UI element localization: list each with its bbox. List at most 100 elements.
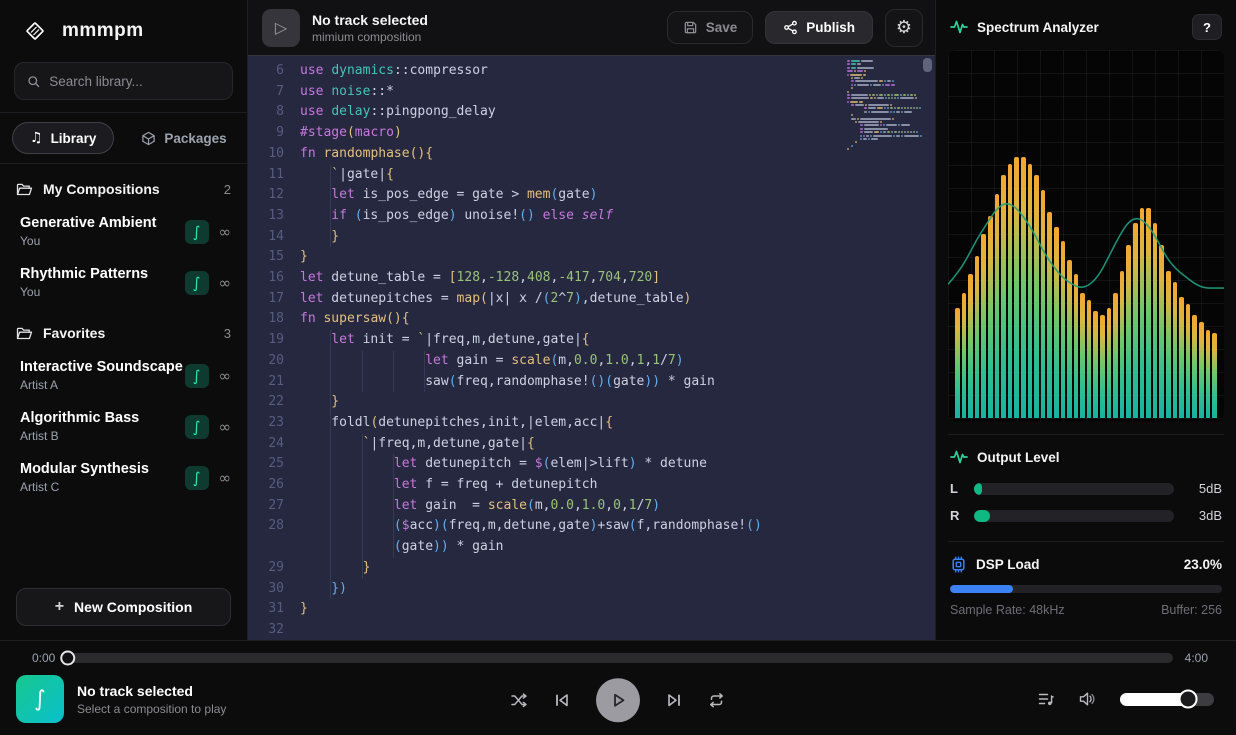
list-item[interactable]: Generative AmbientYou∫∞ <box>0 206 247 257</box>
indent-guide <box>330 454 331 475</box>
previous-icon <box>554 692 570 708</box>
line-number: 24 <box>248 434 300 455</box>
share-icon <box>783 20 798 35</box>
line-number: 21 <box>248 372 300 393</box>
tab-packages[interactable]: Packages <box>124 124 243 153</box>
level-row-left: L 5dB <box>948 475 1224 502</box>
indent-guide <box>393 516 394 537</box>
level-value-right: 3dB <box>1186 508 1222 523</box>
help-button[interactable]: ? <box>1192 14 1222 40</box>
list-item[interactable]: Rhythmic PatternsYou∫∞ <box>0 257 247 308</box>
publish-button[interactable]: Publish <box>765 11 873 44</box>
search-box[interactable] <box>14 62 233 100</box>
line-number: 29 <box>248 558 300 579</box>
mimium-badge-icon: ∫ <box>185 364 209 388</box>
indent-guide <box>330 413 331 434</box>
code-line: 11`|gate|{ <box>248 165 935 186</box>
line-number: 23 <box>248 413 300 434</box>
list-item[interactable]: Interactive SoundscapeArtist A∫∞ <box>0 350 247 401</box>
indent-guide <box>362 475 363 496</box>
level-fill-left <box>974 483 982 495</box>
line-number: 6 <box>248 61 300 82</box>
play-icon <box>609 691 627 709</box>
line-number: 30 <box>248 579 300 600</box>
line-number: 17 <box>248 289 300 310</box>
repeat-button[interactable] <box>708 692 725 708</box>
now-playing-subtitle: Select a composition to play <box>77 702 226 716</box>
now-playing-title: No track selected <box>77 683 226 699</box>
scrollbar-thumb[interactable] <box>923 58 932 72</box>
folder-icon <box>16 326 33 341</box>
line-number: 14 <box>248 227 300 248</box>
indent-guide <box>330 227 331 248</box>
top-bar: ▷ No track selected mimium composition S… <box>248 0 935 56</box>
new-composition-button[interactable]: + New Composition <box>16 588 231 626</box>
tab-library[interactable]: ♫ Library <box>12 122 114 154</box>
indent-guide <box>330 206 331 227</box>
line-number: 20 <box>248 351 300 372</box>
volume-button[interactable] <box>1079 691 1096 707</box>
indent-guide <box>330 496 331 517</box>
line-number <box>248 537 300 558</box>
seek-bar[interactable] <box>67 653 1172 663</box>
indent-guide <box>330 558 331 579</box>
indent-guide <box>330 516 331 537</box>
section-title: Favorites <box>43 325 214 341</box>
list-item[interactable]: Algorithmic BassArtist B∫∞ <box>0 401 247 452</box>
now-playing-meta: No track selected Select a composition t… <box>77 683 226 716</box>
editor-minimap[interactable] <box>847 60 915 155</box>
cpu-icon <box>950 556 967 573</box>
search-icon <box>27 74 40 89</box>
plus-icon: + <box>55 598 64 616</box>
save-label: Save <box>706 20 738 35</box>
queue-button[interactable] <box>1038 691 1055 707</box>
line-number: 13 <box>248 206 300 227</box>
previous-button[interactable] <box>554 692 570 708</box>
code-line: 13if (is_pos_edge) unoise!() else self <box>248 206 935 227</box>
editor-scrollbar[interactable] <box>923 58 932 638</box>
right-panel: Spectrum Analyzer ? Output Level L 5dB R… <box>935 0 1236 640</box>
code-editor[interactable]: 6use dynamics::compressor7use noise::*8u… <box>248 56 935 640</box>
search-input[interactable] <box>49 74 220 89</box>
mimium-badge-icon: ∫ <box>185 415 209 439</box>
indent-guide <box>330 185 331 206</box>
code-line: 24`|freq,m,detune,gate|{ <box>248 434 935 455</box>
indent-guide <box>393 475 394 496</box>
composition-title: Rhythmic Patterns <box>20 266 185 282</box>
player-bar: 0:00 4:00 ∫ No track selected Select a c… <box>0 640 1236 735</box>
next-button[interactable] <box>666 692 682 708</box>
code-line: 28($acc)(freq,m,detune,gate)+saw(f,rando… <box>248 516 935 537</box>
topbar-play-button[interactable]: ▷ <box>262 9 300 47</box>
channel-right-label: R <box>950 508 962 523</box>
volume-slider[interactable] <box>1120 693 1214 706</box>
indent-guide <box>330 330 331 351</box>
sidebar-tabs: ♫ Library Packages <box>0 112 247 164</box>
code-line: 31} <box>248 599 935 620</box>
composition-artist: You <box>20 234 185 248</box>
indent-guide <box>330 434 331 455</box>
section-header: My Compositions2 <box>0 164 247 206</box>
settings-button[interactable]: ⚙ <box>885 9 923 47</box>
infinity-icon: ∞ <box>219 469 232 487</box>
section-header: Favorites3 <box>0 308 247 350</box>
topbar-track-subtitle: mimium composition <box>312 30 428 44</box>
app-name: mmmpm <box>62 20 144 42</box>
save-button[interactable]: Save <box>667 11 754 44</box>
shuffle-icon <box>511 692 528 708</box>
line-number: 11 <box>248 165 300 186</box>
infinity-icon: ∞ <box>219 418 232 436</box>
mimium-badge-icon: ∫ <box>185 271 209 295</box>
play-button[interactable] <box>596 678 640 722</box>
seek-handle[interactable] <box>61 651 76 666</box>
line-number: 25 <box>248 454 300 475</box>
line-number: 32 <box>248 620 300 640</box>
indent-guide <box>393 351 394 372</box>
list-item[interactable]: Modular SynthesisArtist C∫∞ <box>0 452 247 503</box>
line-number: 31 <box>248 599 300 620</box>
line-number: 9 <box>248 123 300 144</box>
shuffle-button[interactable] <box>511 692 528 708</box>
volume-knob[interactable] <box>1178 690 1197 709</box>
tab-packages-label: Packages <box>164 131 226 146</box>
code-line: 22} <box>248 392 935 413</box>
spectrum-curve <box>948 50 1224 422</box>
